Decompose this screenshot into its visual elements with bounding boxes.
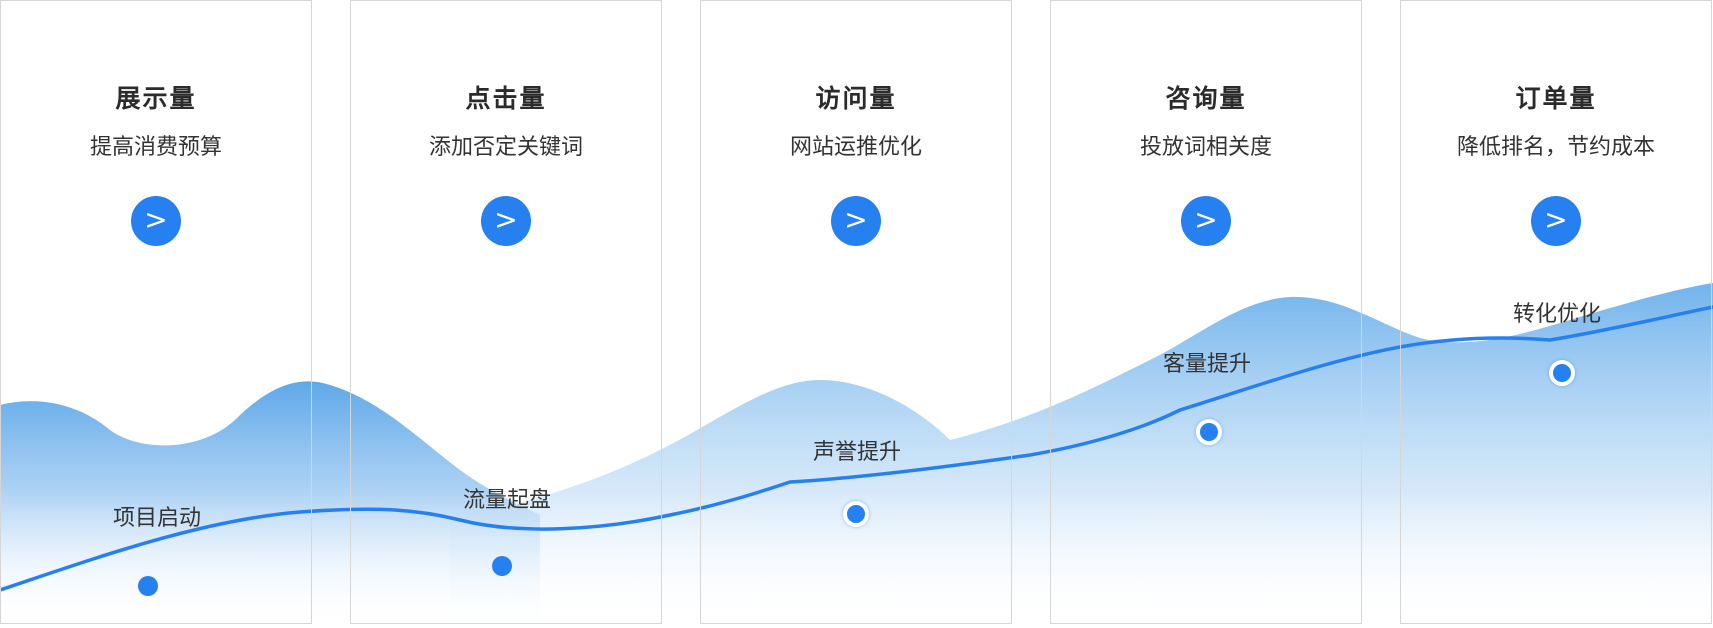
milestone-label-project-start: 项目启动 (112, 506, 201, 531)
milestone-label-reputation: 声誉提升 (812, 440, 901, 465)
card-subtitle: 投放词相关度 (1139, 135, 1272, 160)
milestone-dot (138, 576, 158, 596)
milestone-label-customers: 客量提升 (1162, 352, 1251, 377)
milestone-label-traffic-start: 流量起盘 (462, 488, 551, 513)
card-subtitle: 添加否定关键词 (428, 135, 583, 160)
card-subtitle: 提高消费预算 (89, 135, 222, 160)
card-title: 展示量 (115, 84, 197, 113)
card-title: 订单量 (1515, 84, 1597, 113)
stage-card-inquiries: 咨询量 投放词相关度 > (1050, 0, 1362, 624)
milestone-dot (1196, 419, 1222, 445)
card-title: 咨询量 (1165, 84, 1247, 113)
milestone-dot (492, 556, 512, 576)
card-title: 点击量 (465, 84, 547, 113)
stage-card-clicks: 点击量 添加否定关键词 > (350, 0, 662, 624)
card-subtitle: 网站运推优化 (789, 135, 922, 160)
card-subtitle: 降低排名，节约成本 (1456, 135, 1655, 160)
card-title: 访问量 (815, 84, 897, 113)
growth-stage-diagram: 展示量 提高消费预算 > 点击量 添加否定关键词 > 访问量 网站运推优化 > … (0, 0, 1713, 628)
next-arrow-button[interactable]: > (831, 196, 881, 246)
next-arrow-button[interactable]: > (481, 196, 531, 246)
next-arrow-button[interactable]: > (131, 196, 181, 246)
next-arrow-button[interactable]: > (1181, 196, 1231, 246)
milestone-label-conversion: 转化优化 (1512, 302, 1601, 327)
milestone-dot (1549, 360, 1575, 386)
stage-card-visits: 访问量 网站运推优化 > (700, 0, 1012, 624)
next-arrow-button[interactable]: > (1531, 196, 1581, 246)
milestone-dot (843, 501, 869, 527)
